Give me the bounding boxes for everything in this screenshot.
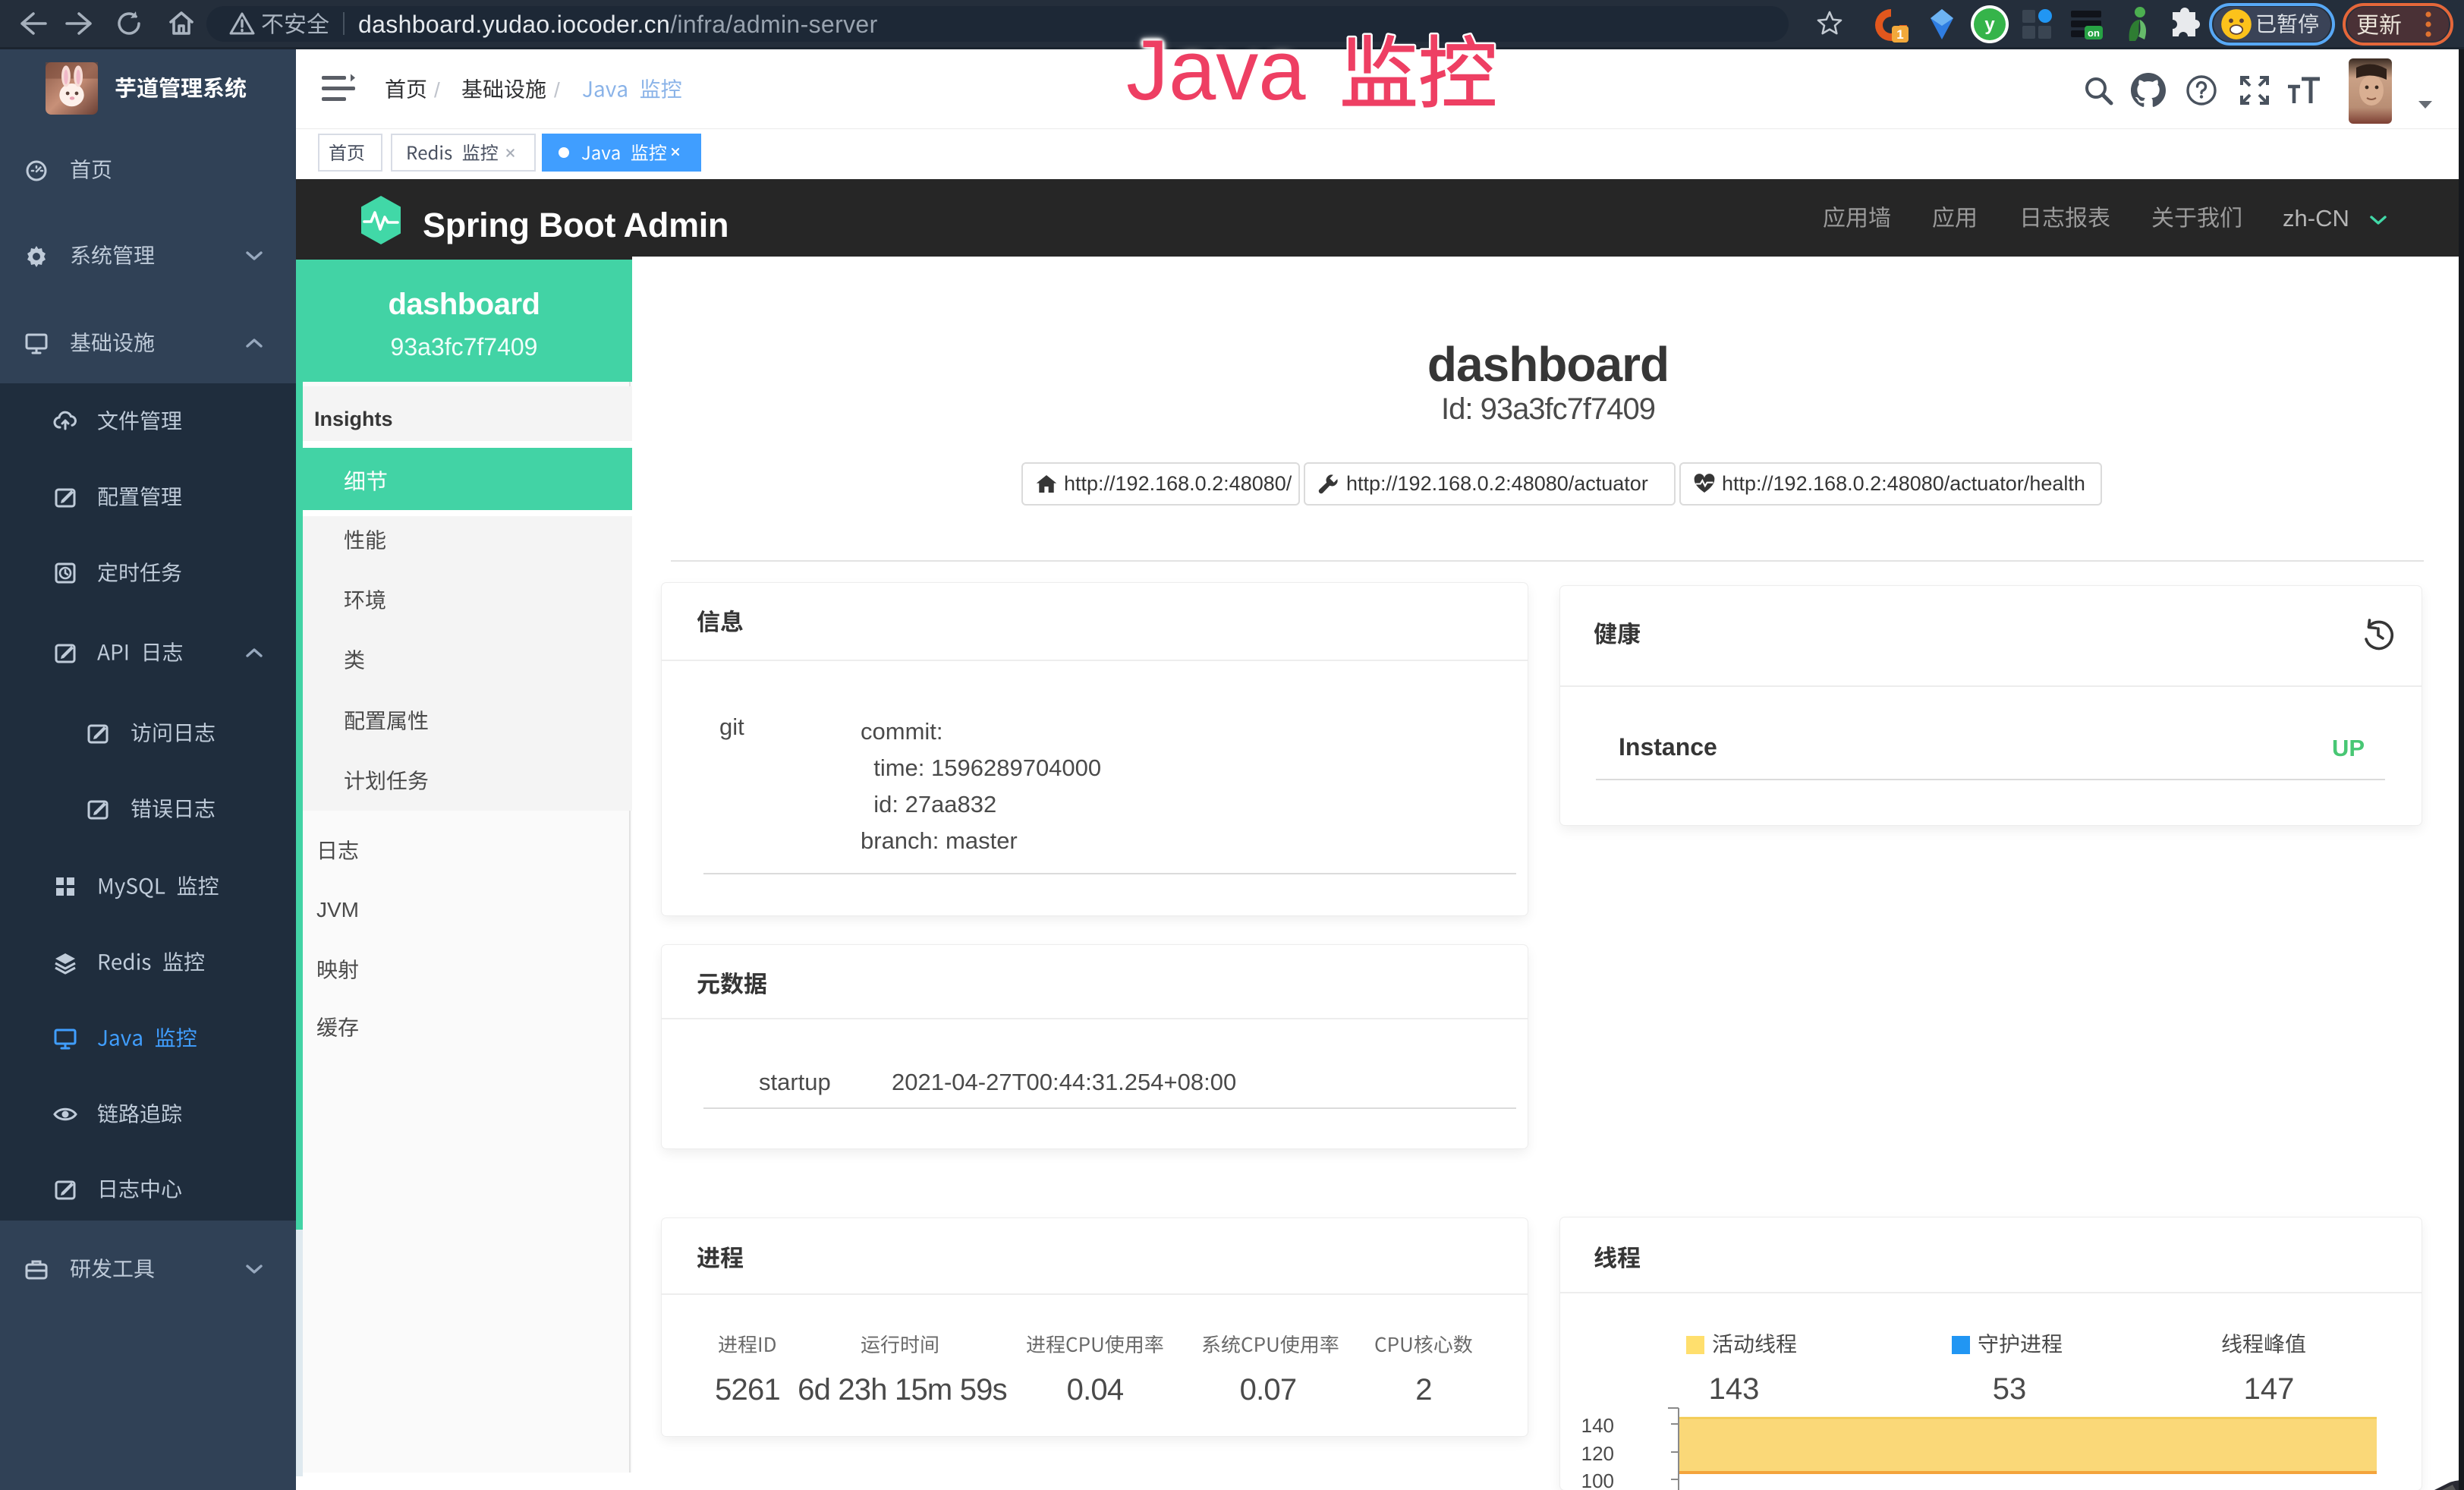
svg-text:y: y: [1984, 14, 1995, 35]
svg-text:on: on: [2088, 27, 2100, 39]
svg-text:1: 1: [1896, 27, 1903, 42]
